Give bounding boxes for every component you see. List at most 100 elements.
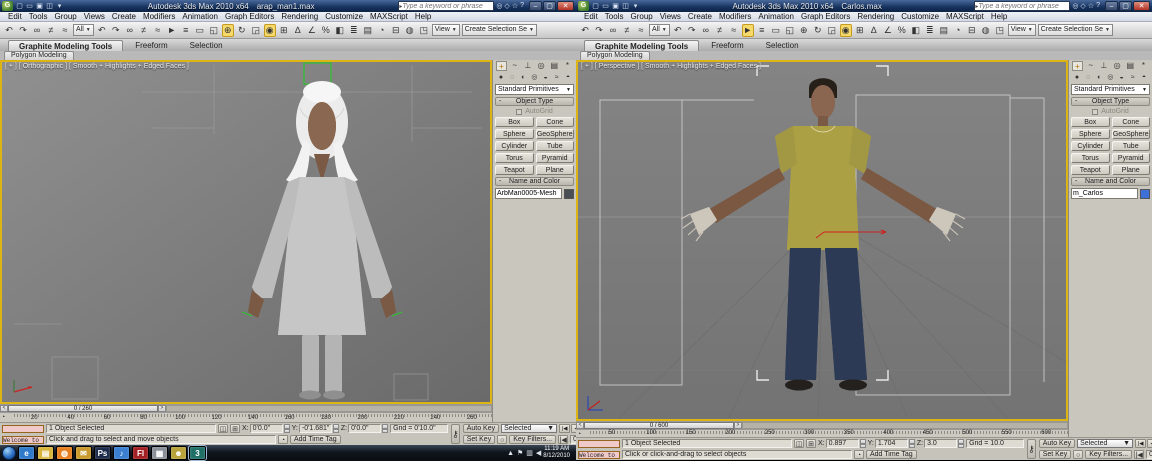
object-type-rollout[interactable]: - Object Type <box>1071 97 1150 106</box>
taskbar-internet-explorer[interactable]: e <box>18 446 35 460</box>
cameras-category-icon[interactable]: ◎ <box>529 73 539 82</box>
use-center-icon[interactable]: ◉ <box>264 24 276 37</box>
undo-history-icon[interactable]: ◫ <box>621 2 630 11</box>
menu-item[interactable]: Customize <box>325 12 363 21</box>
isolate-toggle-icon[interactable]: ◔ <box>278 435 288 444</box>
autogrid-checkbox[interactable] <box>1092 109 1098 115</box>
create-tab-icon[interactable]: + <box>496 61 507 71</box>
use-center-icon[interactable]: ◉ <box>840 24 852 37</box>
ribbon-tab[interactable]: Graphite Modeling Tools <box>8 40 123 51</box>
3dsmax-logo-icon[interactable]: G <box>2 1 13 11</box>
y-field[interactable]: 1.704 <box>875 439 908 448</box>
mirror-icon[interactable]: ◧ <box>910 24 922 37</box>
unlink-selection-icon[interactable]: ≠ <box>138 24 150 37</box>
shapes-category-icon[interactable]: ◌ <box>1083 73 1093 82</box>
render-setup-icon[interactable]: ◳ <box>418 24 430 37</box>
unlink-selection-icon[interactable]: ≠ <box>714 24 726 37</box>
z-spinner[interactable] <box>958 439 964 448</box>
angle-snap-icon[interactable]: ∠ <box>882 24 894 37</box>
menu-item[interactable]: Graph Editors <box>801 12 850 21</box>
primitive-button[interactable]: Tube <box>536 141 575 151</box>
named-selection-set-dropdown[interactable]: Create Selection Se▼ <box>1038 24 1113 36</box>
menu-item[interactable]: Modifiers <box>143 12 175 21</box>
menu-item[interactable]: Group <box>54 12 76 21</box>
search-input[interactable] <box>402 2 486 10</box>
redo-icon[interactable]: ↷ <box>686 24 698 37</box>
menu-item[interactable]: Create <box>688 12 712 21</box>
primitive-button[interactable]: Torus <box>495 153 534 163</box>
prev-frame-icon[interactable]: ◀ <box>1147 439 1152 448</box>
go-start-icon[interactable]: |◀ <box>1135 439 1146 448</box>
geometry-category-icon[interactable]: ● <box>1072 73 1082 82</box>
undo-icon[interactable]: ↶ <box>672 24 684 37</box>
x-spinner[interactable] <box>860 439 866 448</box>
undo-icon[interactable]: ↶ <box>96 24 108 37</box>
selection-set-key-dropdown[interactable]: Selected▼ <box>501 424 557 433</box>
viewport-label[interactable]: [ + ] [ Perspective ] [ Smooth + Highlig… <box>581 63 761 70</box>
ribbon-tab[interactable]: Graphite Modeling Tools <box>584 40 699 51</box>
z-spinner[interactable] <box>382 424 388 433</box>
spacewarps-category-icon[interactable]: ≈ <box>1128 73 1138 82</box>
track-bar[interactable]: ◔ 20406080100120140160180200220240260 <box>0 412 492 422</box>
align-icon[interactable]: ≣ <box>348 24 360 37</box>
bind-to-spacewarp-icon[interactable]: ≈ <box>152 24 164 37</box>
open-mini-curve-editor-icon[interactable]: ◔ <box>1 414 5 421</box>
systems-category-icon[interactable]: ◓ <box>1139 73 1149 82</box>
primitive-button[interactable]: GeoSphere <box>1112 129 1151 139</box>
goto-start-icon[interactable]: |◀ <box>1134 450 1144 459</box>
primitive-button[interactable]: Cone <box>1112 117 1151 127</box>
current-frame-field[interactable]: 0 <box>1146 450 1152 459</box>
save-file-icon[interactable]: ▣ <box>611 2 620 11</box>
redo-icon[interactable]: ↷ <box>110 24 122 37</box>
3dsmax-logo-icon[interactable]: G <box>578 1 589 11</box>
geometry-class-dropdown[interactable]: Standard Primitives▼ <box>495 84 574 95</box>
bind-to-spacewarp-icon[interactable]: ≈ <box>728 24 740 37</box>
geometry-class-dropdown[interactable]: Standard Primitives▼ <box>1071 84 1150 95</box>
primitive-button[interactable]: Sphere <box>495 129 534 139</box>
qat-dropdown-icon[interactable]: ▾ <box>631 2 640 11</box>
select-rotate-icon[interactable]: ↻ <box>812 24 824 37</box>
maximize-button[interactable]: ▢ <box>543 1 556 11</box>
hierarchy-tab-icon[interactable]: ⊥ <box>1098 61 1109 71</box>
menu-item[interactable]: Help <box>415 12 431 21</box>
select-scale-icon[interactable]: ◲ <box>250 24 262 37</box>
time-back-button[interactable]: < <box>0 405 8 412</box>
primitive-button[interactable]: Tube <box>1112 141 1151 151</box>
create-tab-icon[interactable]: + <box>1072 61 1083 71</box>
primitive-button[interactable]: Pyramid <box>1112 153 1151 163</box>
primitive-button[interactable]: Teapot <box>495 165 534 175</box>
spacewarps-category-icon[interactable]: ≈ <box>552 73 562 82</box>
snap-toggle-icon[interactable]: ∆ <box>868 24 880 37</box>
primitive-button[interactable]: GeoSphere <box>536 129 575 139</box>
open-file-icon[interactable]: ▭ <box>25 2 34 11</box>
go-start-icon[interactable]: |◀ <box>559 424 570 433</box>
menu-item[interactable]: MAXScript <box>370 12 408 21</box>
y-field[interactable]: -0'1.681" <box>299 424 332 433</box>
select-move-icon[interactable]: ⊕ <box>798 24 810 37</box>
helpers-category-icon[interactable]: ◒ <box>541 73 551 82</box>
rectangular-region-icon[interactable]: ▭ <box>194 24 206 37</box>
time-back-button[interactable]: < <box>576 422 584 429</box>
utilities-tab-icon[interactable]: * <box>562 61 573 71</box>
perspective-viewport[interactable]: [ + ] [ Perspective ] [ Smooth + Highlig… <box>576 60 1068 421</box>
help-icon[interactable]: ? <box>520 2 524 10</box>
object-color-swatch[interactable] <box>1140 189 1150 199</box>
menu-item[interactable]: Rendering <box>281 12 318 21</box>
communication-center-icon[interactable]: ◇ <box>504 2 509 10</box>
align-icon[interactable]: ≣ <box>924 24 936 37</box>
hierarchy-tab-icon[interactable]: ⊥ <box>522 61 533 71</box>
menu-item[interactable]: Animation <box>182 12 218 21</box>
object-name-field[interactable] <box>495 188 562 199</box>
menu-item[interactable]: Views <box>660 12 681 21</box>
lights-category-icon[interactable]: ◐ <box>518 73 528 82</box>
menu-item[interactable]: Create <box>112 12 136 21</box>
systems-category-icon[interactable]: ◓ <box>563 73 573 82</box>
selection-filter-dropdown[interactable]: All▼ <box>649 24 670 36</box>
key-filters-button[interactable]: Key Filters... <box>1085 450 1132 459</box>
redo-icon[interactable]: ↷ <box>17 24 29 37</box>
selection-lock-icon[interactable]: ◫ <box>794 439 804 448</box>
help-icon[interactable]: ? <box>1096 2 1100 10</box>
new-scene-icon[interactable]: ▢ <box>591 2 600 11</box>
open-mini-curve-editor-icon[interactable]: ◔ <box>577 431 581 438</box>
bind-to-spacewarp-icon[interactable]: ≈ <box>59 24 71 37</box>
